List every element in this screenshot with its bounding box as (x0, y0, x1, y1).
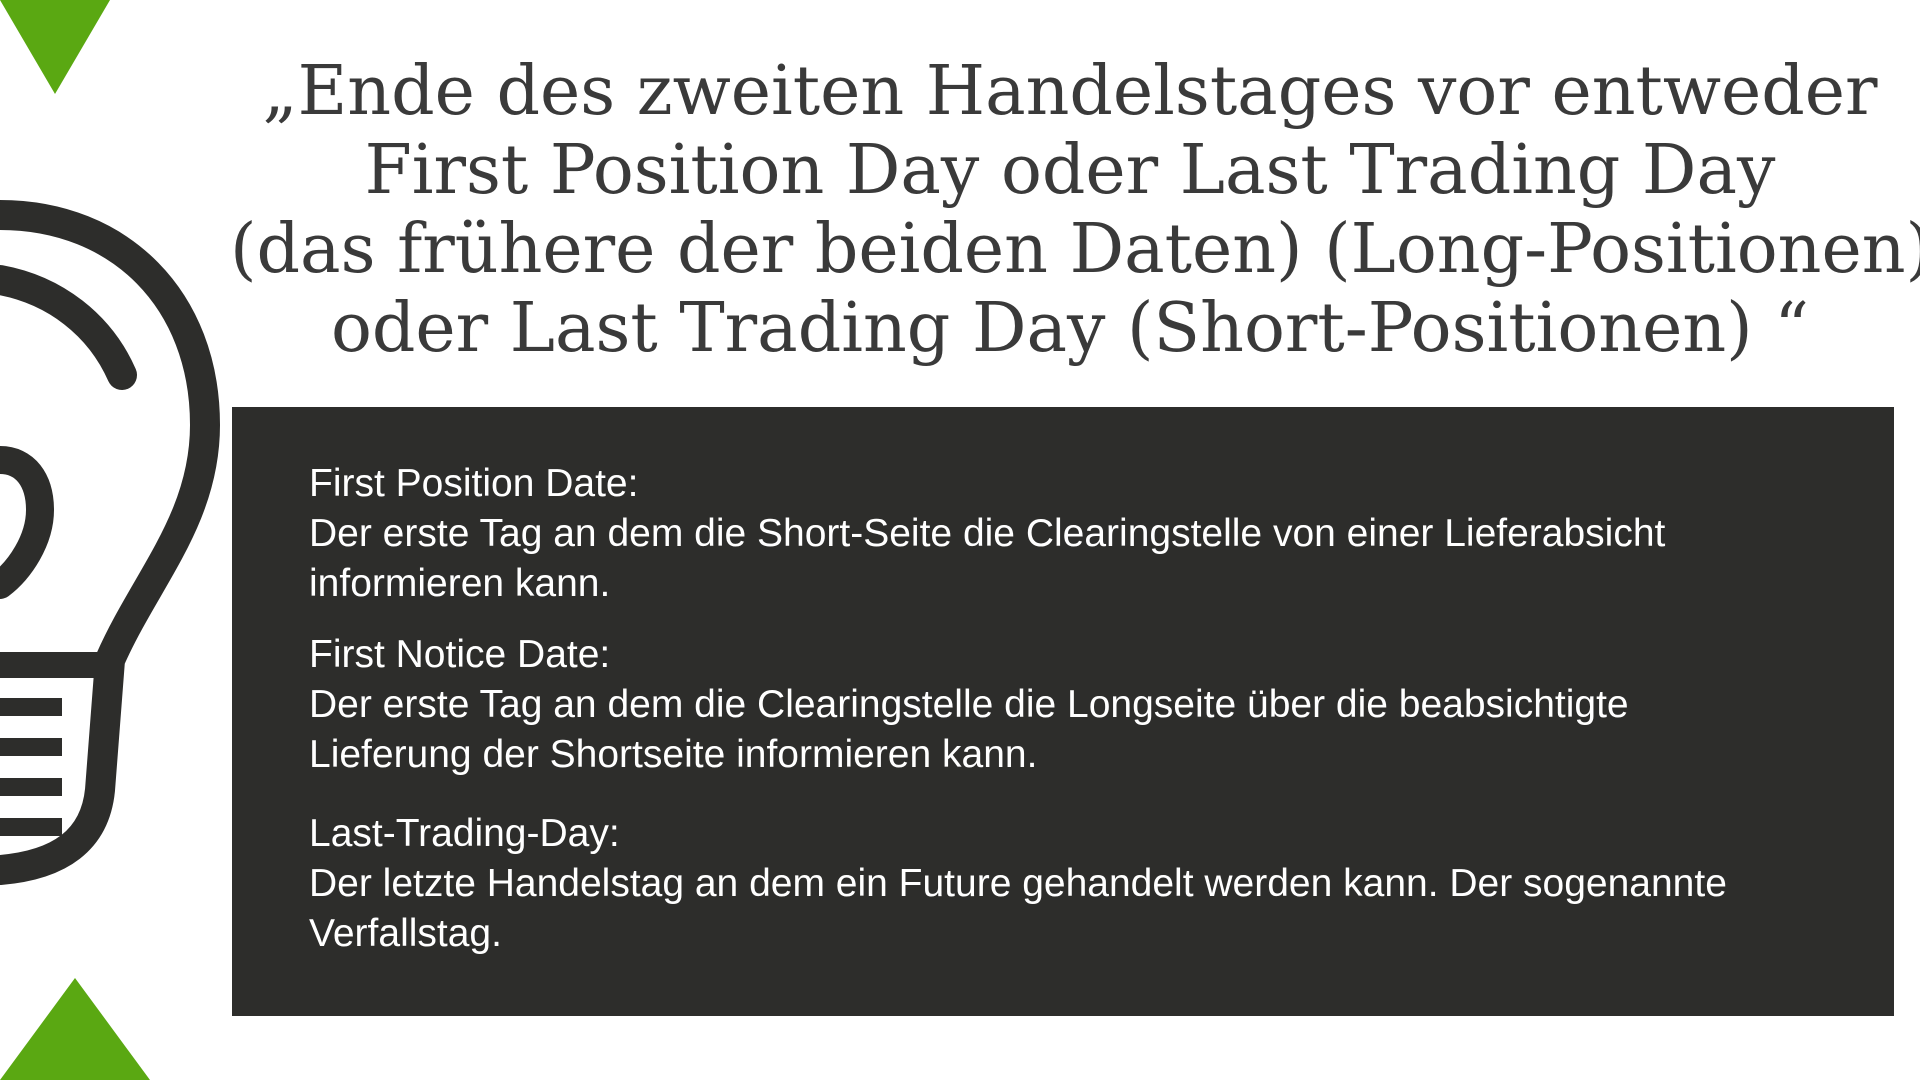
definition-text-line: Der letzte Handelstag an dem ein Future … (309, 862, 1727, 905)
lightbulb-icon (0, 200, 220, 885)
slide-title: „Ende des zweiten Handelstages vor entwe… (230, 52, 1920, 368)
definitions-panel: First Position Date: Der erste Tag an de… (232, 407, 1894, 1016)
title-line-2: First Position Day oder Last Trading Day (364, 131, 1776, 210)
title-line-4: oder Last Trading Day (Short-Positionen)… (330, 289, 1810, 368)
title-line-1: „Ende des zweiten Handelstages vor entwe… (262, 52, 1878, 131)
definition-first-position-date: First Position Date: Der erste Tag an de… (309, 459, 1869, 609)
title-line-3: (das frühere der beiden Daten) (Long-Pos… (230, 210, 1920, 289)
green-triangle-top-decoration (0, 0, 110, 94)
definition-text-line: informieren kann. (309, 562, 611, 605)
definition-text-line: Der erste Tag an dem die Short-Seite die… (309, 512, 1666, 555)
definition-term: First Notice Date: (309, 633, 611, 676)
definition-first-notice-date: First Notice Date: Der erste Tag an dem … (309, 630, 1869, 780)
definition-text-line: Der erste Tag an dem die Clearingstelle … (309, 683, 1629, 726)
green-triangle-bottom-decoration (0, 978, 150, 1080)
definition-term: Last-Trading-Day: (309, 812, 620, 855)
definition-text-line: Verfallstag. (309, 912, 502, 955)
definition-term: First Position Date: (309, 462, 639, 505)
definition-text-line: Lieferung der Shortseite informieren kan… (309, 733, 1038, 776)
slide: „Ende des zweiten Handelstages vor entwe… (0, 0, 1920, 1080)
definition-last-trading-day: Last-Trading-Day: Der letzte Handelstag … (309, 809, 1869, 959)
